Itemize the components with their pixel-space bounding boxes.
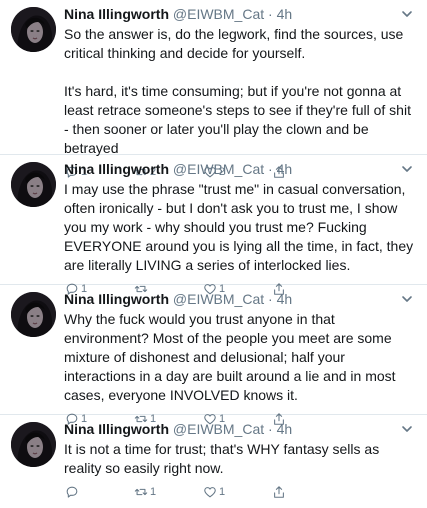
share-button[interactable] [272, 484, 286, 500]
tweet[interactable]: Nina Illingworth @EIWBM_Cat · 4h Why the… [0, 285, 427, 425]
author-name[interactable]: Nina Illingworth [64, 421, 169, 437]
chevron-down-icon[interactable] [399, 161, 415, 177]
like-count: 1 [219, 486, 226, 498]
like-icon [204, 487, 216, 498]
separator-dot: · [268, 421, 273, 437]
timeline: Nina Illingworth @EIWBM_Cat · 4h So the … [0, 0, 427, 500]
share-icon [274, 486, 284, 498]
author-name[interactable]: Nina Illingworth [64, 291, 169, 307]
tweet-text: It is not a time for trust; that's WHY f… [64, 440, 419, 478]
separator-dot: · [268, 161, 273, 177]
timestamp[interactable]: 4h [277, 421, 293, 437]
author-name[interactable]: Nina Illingworth [64, 161, 169, 177]
tweet-text: So the answer is, do the legwork, find t… [64, 25, 419, 158]
reply-button[interactable] [65, 484, 81, 500]
author-handle[interactable]: @EIWBM_Cat [173, 161, 264, 177]
tweet-paragraph: Why the fuck would you trust anyone in t… [64, 311, 396, 403]
author-name[interactable]: Nina Illingworth [64, 6, 169, 22]
tweet-header: Nina Illingworth @EIWBM_Cat · 4h [64, 289, 419, 310]
separator-dot: · [268, 6, 273, 22]
avatar[interactable] [11, 7, 56, 52]
timestamp[interactable]: 4h [277, 6, 293, 22]
tweet-text: Why the fuck would you trust anyone in t… [64, 310, 419, 405]
tweet[interactable]: Nina Illingworth @EIWBM_Cat · 4h It is n… [0, 415, 427, 500]
avatar[interactable] [11, 422, 56, 467]
chevron-down-icon[interactable] [399, 421, 415, 437]
tweet-header: Nina Illingworth @EIWBM_Cat · 4h [64, 159, 419, 180]
like-button[interactable]: 1 [203, 484, 225, 500]
retweet-count: 1 [150, 486, 157, 498]
separator-dot: · [268, 291, 273, 307]
chevron-down-icon[interactable] [399, 6, 415, 22]
tweet-header: Nina Illingworth @EIWBM_Cat · 4h [64, 419, 419, 440]
author-handle[interactable]: @EIWBM_Cat [173, 421, 264, 437]
tweet-paragraph: It is not a time for trust; that's WHY f… [64, 441, 380, 476]
tweet-paragraph: So the answer is, do the legwork, find t… [64, 26, 404, 61]
timestamp[interactable]: 4h [277, 161, 293, 177]
retweet-icon [134, 488, 148, 496]
tweet[interactable]: Nina Illingworth @EIWBM_Cat · 4h I may u… [0, 155, 427, 295]
timestamp[interactable]: 4h [277, 291, 293, 307]
author-handle[interactable]: @EIWBM_Cat [173, 291, 264, 307]
tweet-text: I may use the phrase "trust me" in casua… [64, 180, 419, 275]
tweet-header: Nina Illingworth @EIWBM_Cat · 4h [64, 4, 419, 25]
retweet-button[interactable]: 1 [134, 484, 156, 500]
reply-icon [66, 486, 78, 498]
tweet-paragraph: I may use the phrase "trust me" in casua… [64, 181, 414, 273]
tweet-paragraph: It's hard, it's time consuming; but if y… [64, 83, 411, 156]
chevron-down-icon[interactable] [399, 291, 415, 307]
tweet[interactable]: Nina Illingworth @EIWBM_Cat · 4h So the … [0, 0, 427, 178]
avatar[interactable] [11, 162, 56, 207]
avatar[interactable] [11, 292, 56, 337]
author-handle[interactable]: @EIWBM_Cat [173, 6, 264, 22]
tweet-actions: 1 1 [64, 478, 419, 508]
